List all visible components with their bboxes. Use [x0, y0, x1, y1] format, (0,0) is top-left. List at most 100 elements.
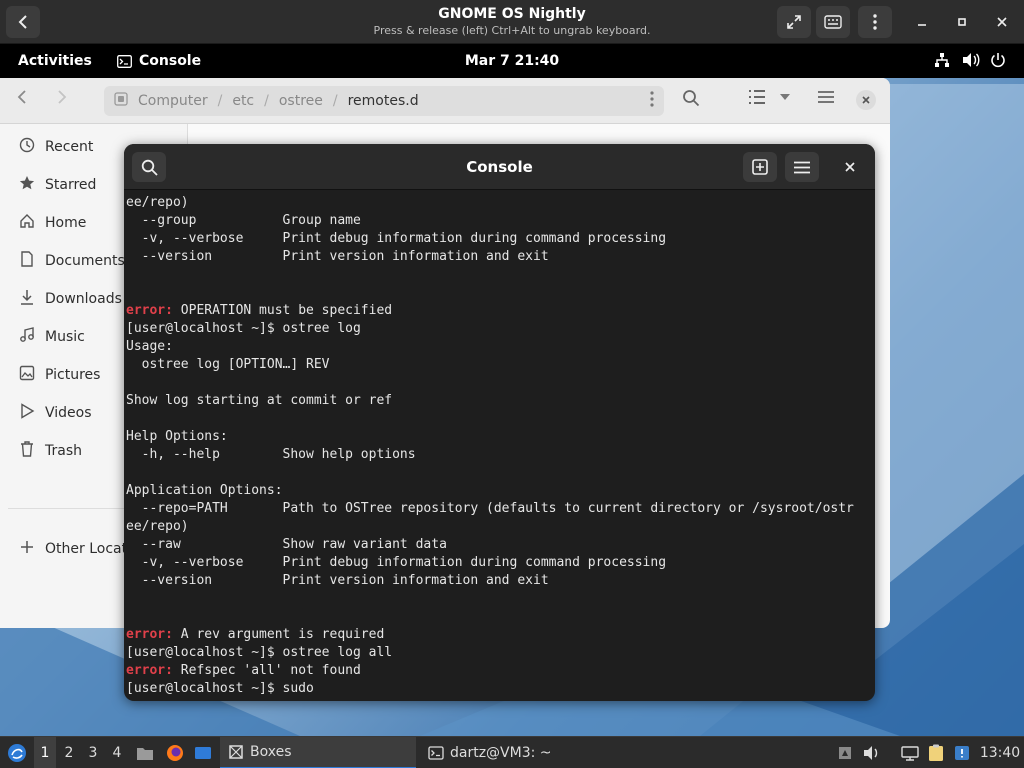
window-launcher-icon[interactable]: [192, 737, 214, 768]
terminal-icon: [428, 746, 444, 760]
terminal-line: [user@localhost ~]$ ostree log all: [126, 644, 873, 662]
chevron-down-icon: [780, 94, 790, 100]
files-back-button[interactable]: [16, 89, 28, 109]
path-segment-remotes-d[interactable]: remotes.d: [348, 93, 419, 109]
new-tab-icon: [752, 159, 768, 175]
terminal-text: -v, --verbose Print debug information du…: [126, 231, 667, 246]
workspace-1[interactable]: 1: [34, 737, 56, 768]
path-segment-computer[interactable]: Computer: [138, 93, 208, 109]
sidebar-item-label: Music: [45, 329, 85, 345]
terminal-text: [user@localhost ~]$ ostree log all: [126, 645, 393, 660]
task-boxes[interactable]: Boxes: [220, 737, 416, 768]
task-label: dartz@VM3: ~: [450, 745, 552, 761]
close-icon: [856, 90, 876, 110]
minimize-button[interactable]: [906, 6, 938, 38]
console-close-button[interactable]: [833, 152, 867, 182]
terminal-line: -v, --verbose Print debug information du…: [126, 554, 873, 572]
terminal-text: ee/repo): [126, 195, 189, 210]
sidebar-item-downloads[interactable]: Downloads: [18, 287, 122, 311]
trash-icon: [18, 441, 36, 461]
sidebar-item-pictures[interactable]: Pictures: [18, 363, 100, 387]
terminal-text: --group Group name: [126, 213, 361, 228]
vm-display[interactable]: Activities Console Mar 7 21:40 Computer …: [0, 44, 1024, 736]
view-toggle-button[interactable]: [748, 89, 766, 109]
path-separator: /: [264, 93, 269, 109]
terminal-line: error: A rev argument is required: [126, 626, 873, 644]
list-view-icon: [749, 90, 765, 104]
files-forward-button[interactable]: [56, 89, 68, 109]
terminal-output[interactable]: ee/repo) --group Group name -v, --verbos…: [126, 194, 873, 699]
keyboard-button[interactable]: [816, 6, 850, 38]
terminal-text: --raw Show raw variant data: [126, 537, 447, 552]
files-launcher-icon[interactable]: [134, 737, 156, 768]
terminal-line: -v, --verbose Print debug information du…: [126, 230, 873, 248]
clock[interactable]: Mar 7 21:40: [465, 53, 559, 69]
terminal-text: Usage:: [126, 339, 173, 354]
notification-icon[interactable]: [952, 737, 972, 768]
menu-button[interactable]: [858, 6, 892, 38]
console-window: Console ee/repo) --group Group name -v, …: [124, 144, 875, 701]
files-search-button[interactable]: [682, 89, 700, 111]
terminal-line: Application Options:: [126, 482, 873, 500]
workspace-4[interactable]: 4: [106, 737, 128, 768]
terminal-text: Show log starting at commit or ref: [126, 393, 393, 408]
workspace-2[interactable]: 2: [58, 737, 80, 768]
app-menu[interactable]: Console: [117, 53, 201, 69]
terminal-text: OPERATION must be specified: [172, 303, 393, 318]
back-button[interactable]: [6, 6, 40, 38]
volume-icon[interactable]: [962, 52, 980, 72]
sidebar-item-label: Videos: [45, 405, 92, 421]
chevron-left-icon: [18, 15, 27, 29]
search-icon: [683, 90, 700, 107]
path-segment-etc[interactable]: etc: [232, 93, 254, 109]
minimize-icon: [918, 24, 926, 26]
network-icon[interactable]: [934, 52, 950, 72]
task-terminal[interactable]: dartz@VM3: ~: [420, 737, 616, 768]
boxes-subtitle: Press & release (left) Ctrl+Alt to ungra…: [373, 24, 651, 37]
firefox-icon[interactable]: [164, 737, 186, 768]
network-icon[interactable]: [900, 737, 920, 768]
fullscreen-button[interactable]: [777, 6, 811, 38]
workspace-3[interactable]: 3: [82, 737, 104, 768]
media-icon[interactable]: [836, 737, 854, 768]
error-label: error:: [126, 627, 173, 642]
sidebar-item-documents[interactable]: Documents: [18, 249, 125, 273]
power-icon[interactable]: [990, 52, 1006, 72]
close-button[interactable]: [986, 6, 1018, 38]
drive-icon: [114, 92, 128, 110]
sidebar-item-other-locations[interactable]: Other Locati: [18, 537, 131, 561]
gnome-topbar: Activities Console Mar 7 21:40: [0, 44, 1024, 78]
files-headerbar: Computer / etc / ostree / remotes.d: [0, 78, 890, 124]
activities-button[interactable]: Activities: [18, 53, 92, 69]
picture-icon: [18, 365, 36, 385]
sidebar-item-label: Recent: [45, 139, 94, 155]
files-menu-button[interactable]: [817, 89, 835, 108]
clock-icon: [18, 137, 36, 157]
new-tab-button[interactable]: [743, 152, 777, 182]
terminal-text: ostree log [OPTION…] REV: [126, 357, 330, 372]
sidebar-item-recent[interactable]: Recent: [18, 135, 93, 159]
sidebar-item-music[interactable]: Music: [18, 325, 85, 349]
sidebar-item-trash[interactable]: Trash: [18, 439, 82, 463]
terminal-text: [user@localhost ~]$ ostree log: [126, 321, 361, 336]
volume-icon[interactable]: [862, 737, 882, 768]
console-menu-button[interactable]: [785, 152, 819, 182]
files-close-button[interactable]: [856, 90, 876, 114]
clipboard-icon[interactable]: [926, 737, 946, 768]
terminal-icon: [117, 54, 132, 68]
maximize-button[interactable]: [946, 6, 978, 38]
plus-icon: [18, 540, 36, 558]
music-icon: [18, 327, 36, 347]
start-menu-button[interactable]: [4, 737, 30, 768]
path-segment-ostree[interactable]: ostree: [279, 93, 323, 109]
path-menu-icon[interactable]: [650, 91, 654, 111]
taskbar-clock[interactable]: 13:40: [978, 737, 1022, 768]
terminal-line: error: Refspec 'all' not found: [126, 662, 873, 680]
sidebar-item-starred[interactable]: Starred: [18, 173, 96, 197]
view-options-button[interactable]: [778, 89, 792, 108]
expand-icon: [787, 15, 801, 29]
error-label: error:: [126, 663, 173, 678]
sidebar-item-home[interactable]: Home: [18, 211, 86, 235]
sidebar-item-videos[interactable]: Videos: [18, 401, 92, 425]
